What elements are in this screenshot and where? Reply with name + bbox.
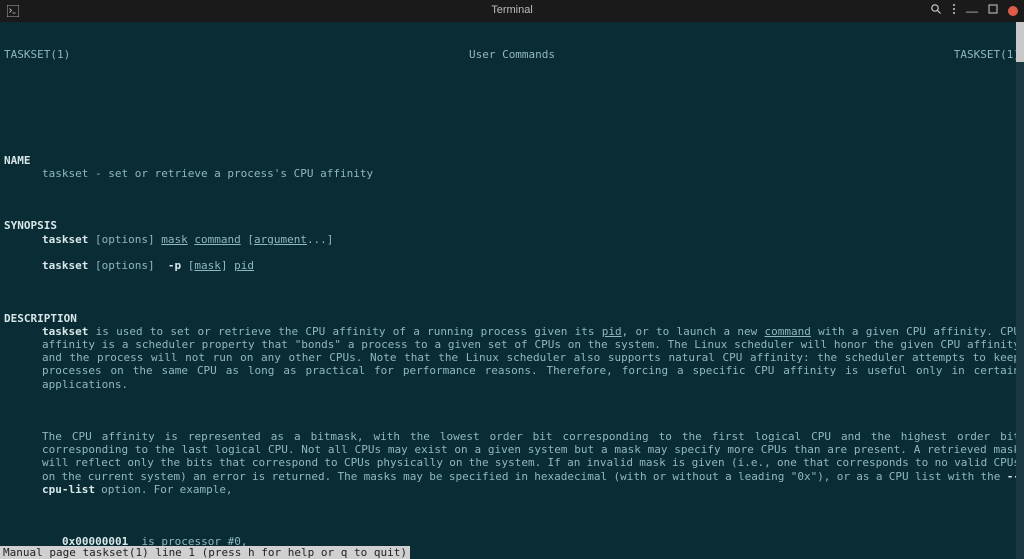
terminal-viewport[interactable]: TASKSET(1) User Commands TASKSET(1) NAME… [0,22,1024,559]
name-text: taskset - set or retrieve a process's CP… [4,167,1020,180]
description-para-1: taskset is used to set or retrieve the C… [4,325,1020,391]
maximize-button[interactable] [988,4,998,18]
header-right: TASKSET(1) [954,48,1020,61]
header-center: User Commands [469,48,555,61]
section-synopsis: SYNOPSIS [4,219,57,232]
kebab-menu-icon[interactable] [952,3,956,19]
scrollbar-thumb[interactable] [1016,22,1024,62]
minimize-button[interactable]: — [966,4,978,18]
description-para-2: The CPU affinity is represented as a bit… [4,430,1020,496]
window-title: Terminal [491,4,533,17]
window-titlebar: Terminal — [0,0,1024,22]
section-description: DESCRIPTION [4,312,77,325]
pager-status-line: Manual page taskset(1) line 1 (press h f… [0,546,410,559]
header-left: TASKSET(1) [4,48,70,61]
man-page-content: TASKSET(1) User Commands TASKSET(1) NAME… [0,22,1024,559]
search-icon[interactable] [930,3,942,19]
section-name: NAME [4,154,31,167]
scrollbar[interactable] [1016,22,1024,559]
close-button[interactable] [1008,6,1018,16]
terminal-app-icon [6,4,20,18]
